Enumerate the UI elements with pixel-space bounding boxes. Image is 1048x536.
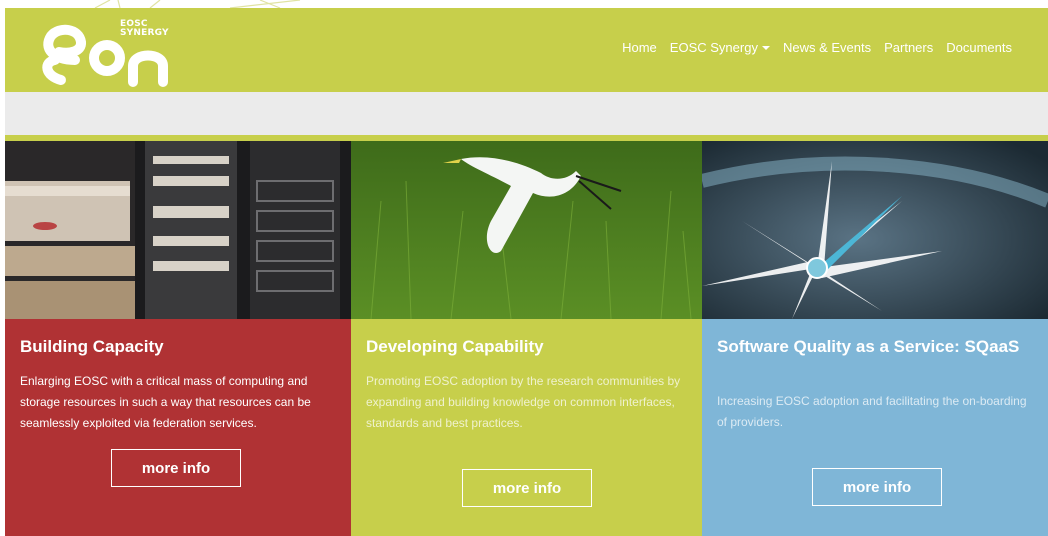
nav-eosc-synergy[interactable]: EOSC Synergy [670,40,770,55]
nav-home[interactable]: Home [622,40,657,55]
eosc-synergy-logo[interactable]: EOSC SYNERGY [35,14,185,90]
card-description: Increasing EOSC adoption and facilitatin… [717,394,1027,429]
more-info-button[interactable]: more info [462,469,592,507]
main-nav: Home EOSC Synergy News & Events Partners… [622,40,1012,55]
card-description: Enlarging EOSC with a critical mass of c… [20,374,311,430]
more-info-button[interactable]: more info [812,468,942,506]
card-title: Software Quality as a Service: SQaaS [717,337,1020,356]
nav-eosc-synergy-label: EOSC Synergy [669,40,758,55]
card-title: Developing Capability [366,337,544,356]
more-info-button[interactable]: more info [111,449,241,487]
card-building-capacity: Building Capacity Enlarging EOSC with a … [5,141,351,536]
server-racks-photo [5,141,351,319]
quality-compass-photo [702,141,1048,319]
nav-documents-label: Documents [946,40,1012,55]
card-description: Promoting EOSC adoption by the research … [366,374,681,430]
nav-documents[interactable]: Documents [946,40,1012,55]
sub-header-bar [5,92,1048,141]
logo-line-2: SYNERGY [120,28,169,38]
egret-flying-over-grass-photo [351,141,702,319]
nav-news-events-label: News & Events [782,40,872,55]
card-title: Building Capacity [20,337,164,356]
nav-partners[interactable]: Partners [884,40,933,55]
feature-columns: Building Capacity Enlarging EOSC with a … [5,141,1048,536]
nav-home-label: Home [622,40,657,55]
card-software-quality: Software Quality as a Service: SQaaS Inc… [702,141,1048,536]
page-frame: EOSC SYNERGY Home EOSC Synergy News & Ev… [5,8,1048,536]
logo-wordmark: EOSC SYNERGY [120,20,169,38]
nav-partners-label: Partners [884,40,934,55]
navbar: EOSC SYNERGY Home EOSC Synergy News & Ev… [5,8,1048,92]
card-developing-capability: Developing Capability Promoting EOSC ado… [351,141,702,536]
chevron-down-icon [761,45,770,50]
nav-news-events[interactable]: News & Events [783,40,871,55]
